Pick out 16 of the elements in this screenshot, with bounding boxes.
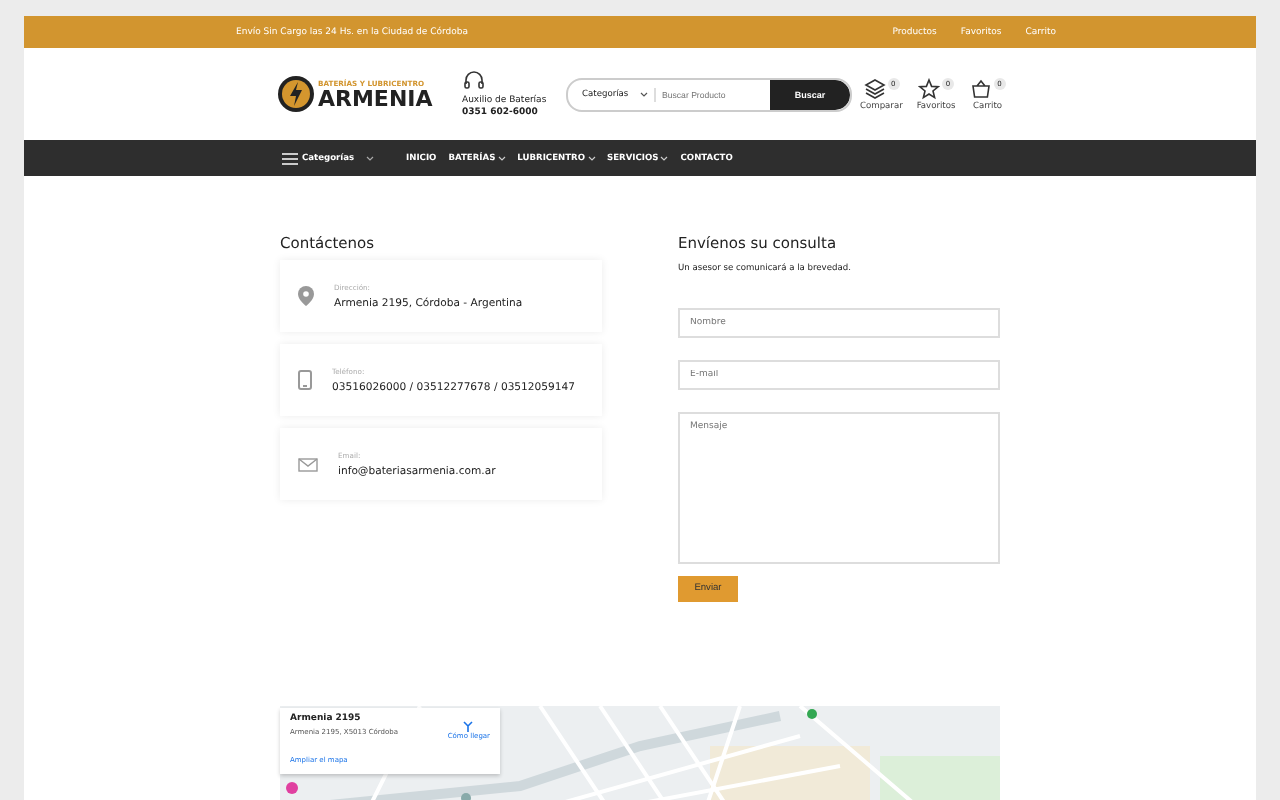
star-icon[interactable] xyxy=(918,77,941,99)
chevron-down-icon xyxy=(587,155,596,161)
envelope-icon xyxy=(298,457,318,471)
layers-icon[interactable] xyxy=(863,77,886,99)
logo-icon xyxy=(278,76,314,112)
directions-icon xyxy=(462,720,475,732)
chevron-down-icon xyxy=(497,155,506,161)
phone-icon xyxy=(298,370,312,390)
logo-name: ARMENIA xyxy=(318,87,433,109)
headset-icon xyxy=(462,70,486,94)
basket-icon[interactable] xyxy=(969,77,992,99)
chevron-down-icon xyxy=(640,91,648,97)
menu-icon xyxy=(282,151,298,165)
chevron-down-icon xyxy=(660,155,669,161)
location-pin-icon xyxy=(298,286,314,306)
chevron-down-icon xyxy=(366,155,375,161)
